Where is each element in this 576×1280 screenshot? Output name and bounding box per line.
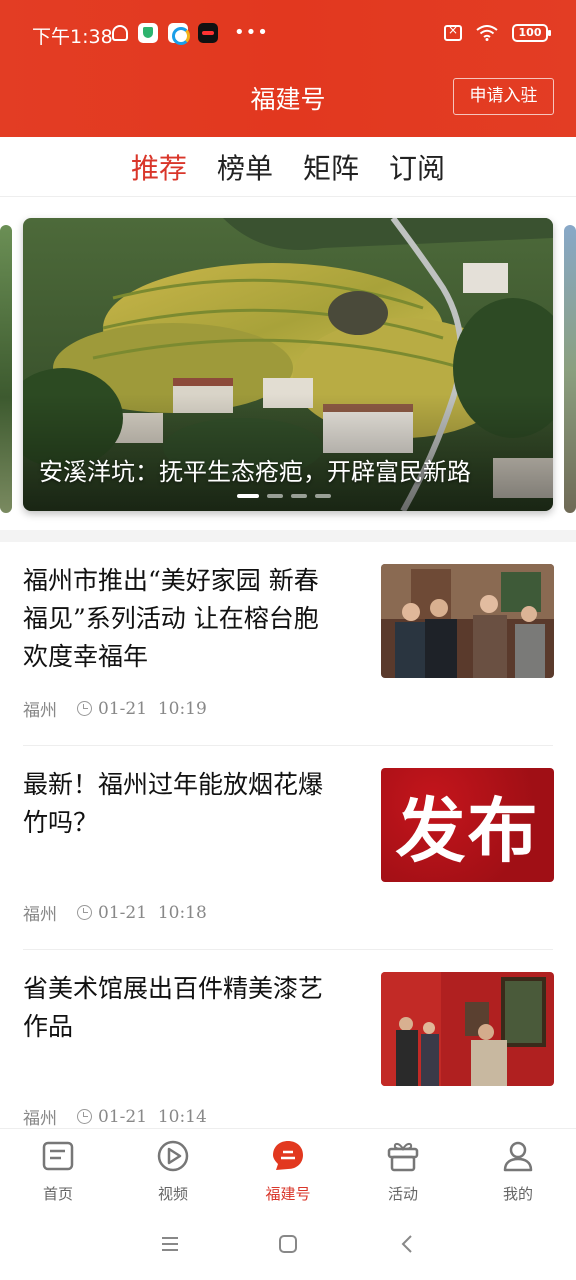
banner-slide[interactable]: 安溪洋坑：抚平生态疮疤，开辟富民新路 <box>23 218 553 511</box>
title-bar: 福建号 申请入驻 <box>0 70 576 130</box>
nav-activity[interactable]: 活动 <box>353 1139 453 1204</box>
news-item[interactable]: 省美术馆展出百件精美漆艺作品 福州 01-21 10:14 <box>0 950 576 1154</box>
banner-carousel[interactable]: 安溪洋坑：抚平生态疮疤，开辟富民新路 <box>0 205 576 525</box>
news-time-group: 01-21 10:18 <box>77 903 207 923</box>
app-header: 下午1:38 ••• 100 福建号 申请入驻 <box>0 0 576 137</box>
menu-icon[interactable] <box>158 1232 182 1256</box>
next-slide-peek[interactable] <box>564 225 576 513</box>
section-divider <box>0 530 576 542</box>
tab-ranking[interactable]: 榜单 <box>217 147 273 187</box>
news-meta: 福州 01-21 10:19 <box>23 696 207 722</box>
meeting-photo <box>381 564 554 678</box>
news-item[interactable]: 福州市推出“美好家园 新春福见”系列活动 让在榕台胞欢度幸福年 福州 01-21… <box>0 542 576 746</box>
more-notifications-icon: ••• <box>234 22 269 43</box>
fujianhao-icon <box>273 1141 303 1170</box>
tab-subscribe[interactable]: 订阅 <box>389 147 445 187</box>
news-thumbnail <box>381 564 554 678</box>
nav-label: 首页 <box>42 1185 73 1203</box>
news-time-group: 01-21 10:19 <box>77 699 207 719</box>
carousel-indicators <box>237 494 331 498</box>
clock-icon <box>77 905 92 920</box>
nav-label: 福建号 <box>265 1185 311 1203</box>
browser-app-icon <box>168 22 190 45</box>
status-time: 下午1:38 <box>32 26 113 48</box>
news-time: 01-21 10:14 <box>98 1106 207 1127</box>
apply-join-button[interactable]: 申请入驻 <box>453 78 554 115</box>
news-thumbnail <box>381 972 554 1086</box>
banner-caption: 安溪洋坑：抚平生态疮疤，开辟富民新路 <box>39 458 471 486</box>
carousel-dot <box>315 494 331 498</box>
news-time-group: 01-21 10:14 <box>77 1107 207 1127</box>
clock-icon <box>77 701 92 716</box>
news-source: 福州 <box>23 905 57 925</box>
news-meta: 福州 01-21 10:18 <box>23 900 207 926</box>
news-time: 01-21 10:18 <box>98 902 207 923</box>
news-title: 最新！福州过年能放烟花爆竹吗？ <box>23 770 324 837</box>
carousel-dot <box>237 494 259 498</box>
news-title: 省美术馆展出百件精美漆艺作品 <box>23 974 324 1041</box>
status-notification-icons: ••• <box>112 22 269 45</box>
category-tabs: 推荐 榜单 矩阵 订阅 <box>0 137 576 197</box>
announcement-thumb-text: 发布 <box>395 789 540 872</box>
clock-icon <box>77 1109 92 1124</box>
no-sim-icon <box>444 23 462 41</box>
news-item[interactable]: 最新！福州过年能放烟花爆竹吗？ 福州 01-21 10:18 发布 <box>0 746 576 950</box>
profile-icon <box>503 1141 533 1172</box>
gallery-photo <box>381 972 554 1086</box>
status-system-icons: 100 <box>444 23 551 42</box>
back-icon[interactable] <box>396 1232 420 1256</box>
system-navigation-bar <box>0 1210 576 1280</box>
news-thumbnail: 发布 <box>381 768 554 882</box>
status-bar: 下午1:38 ••• 100 <box>0 0 576 70</box>
home-square-icon[interactable] <box>276 1232 300 1256</box>
video-icon <box>157 1140 189 1172</box>
carousel-dot <box>267 494 283 498</box>
mute-bell-icon <box>112 24 128 41</box>
nav-fujianhao[interactable]: 福建号 <box>238 1139 338 1204</box>
news-source: 福州 <box>23 1109 57 1129</box>
home-icon <box>42 1141 74 1171</box>
nav-label: 我的 <box>502 1185 533 1203</box>
gift-icon <box>387 1142 419 1172</box>
security-app-icon <box>138 22 158 43</box>
nav-home[interactable]: 首页 <box>8 1139 108 1204</box>
nav-label: 活动 <box>387 1185 418 1203</box>
battery-icon: 100 <box>512 24 551 42</box>
news-source: 福州 <box>23 701 57 721</box>
tab-matrix[interactable]: 矩阵 <box>303 147 359 187</box>
tab-recommend[interactable]: 推荐 <box>131 147 187 187</box>
nav-label: 视频 <box>157 1185 188 1203</box>
carousel-dot <box>291 494 307 498</box>
nav-profile[interactable]: 我的 <box>468 1139 568 1204</box>
bottom-navigation: 首页 视频 福建号 活动 我的 <box>0 1128 576 1210</box>
nav-video[interactable]: 视频 <box>123 1139 223 1204</box>
news-title: 福州市推出“美好家园 新春福见”系列活动 让在榕台胞欢度幸福年 <box>23 566 319 671</box>
prev-slide-peek[interactable] <box>0 225 12 513</box>
news-meta: 福州 01-21 10:14 <box>23 1104 207 1130</box>
wifi-icon <box>476 25 498 41</box>
news-time: 01-21 10:19 <box>98 698 207 719</box>
media-app-icon <box>198 22 218 43</box>
